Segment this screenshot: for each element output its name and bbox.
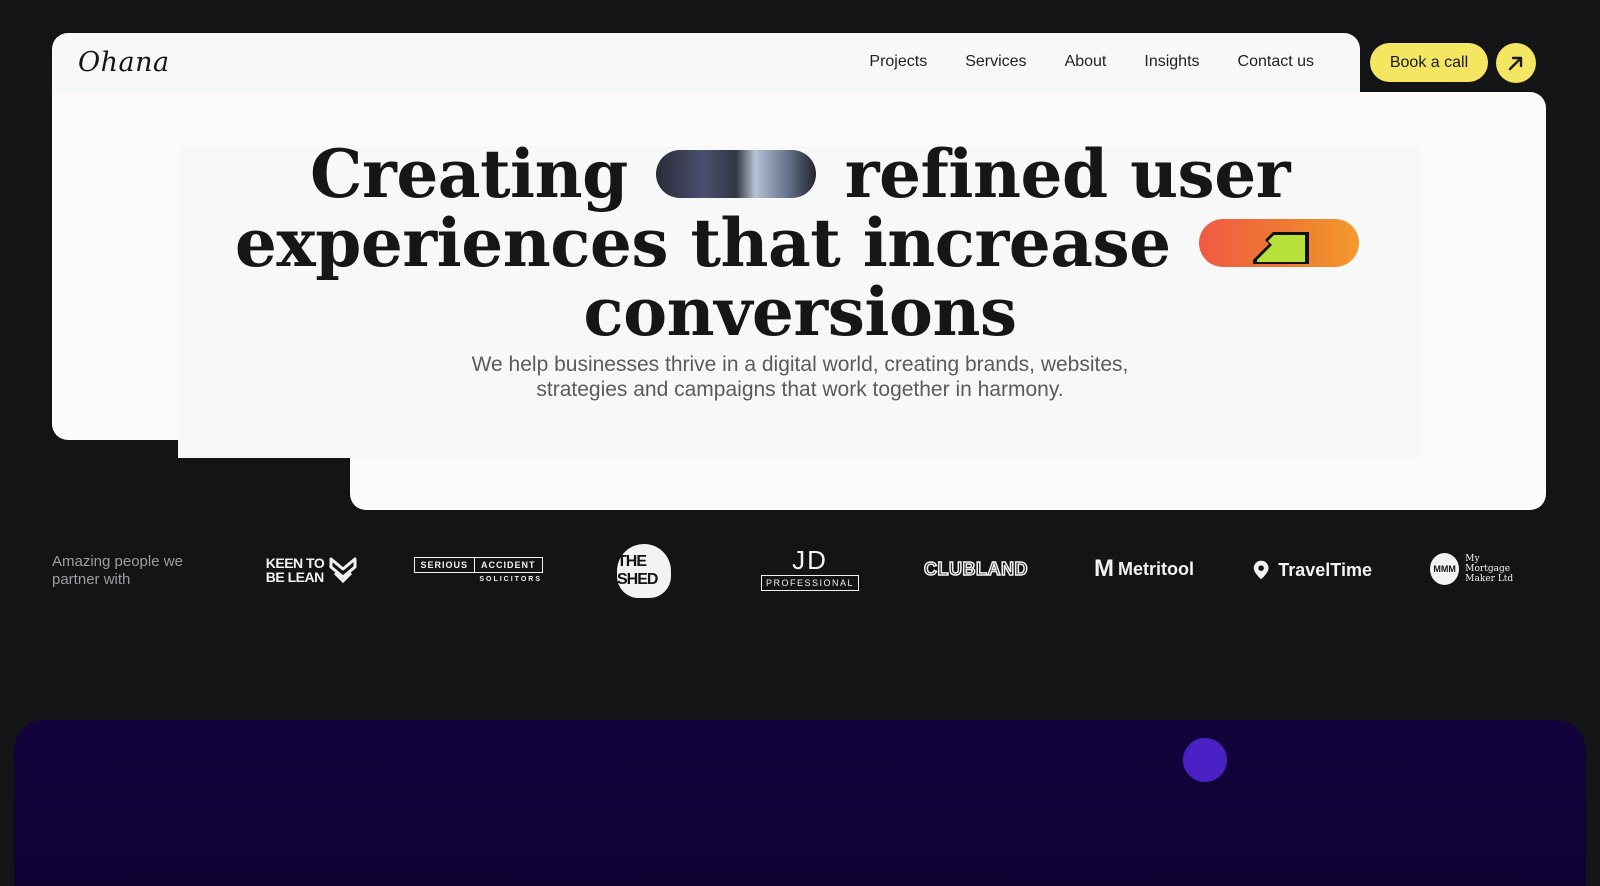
nav-link-services[interactable]: Services <box>965 53 1026 71</box>
mortgage-line-1: My Mortgage <box>1465 554 1511 574</box>
headline-line-3: conversions <box>583 273 1017 351</box>
headline-word-creating: Creating <box>310 135 628 213</box>
nav-link-about[interactable]: About <box>1065 53 1107 71</box>
book-a-call-button[interactable]: Book a call <box>1370 43 1488 82</box>
headline-line-1: Creating refined user <box>178 140 1422 209</box>
partner-logo-metritool: M Metritool <box>1092 554 1196 584</box>
purple-section <box>14 720 1586 886</box>
arrow-up-right-icon <box>1508 56 1523 71</box>
shed-badge: THE SHED <box>617 544 671 598</box>
ohana-logo[interactable]: Ohana <box>78 47 170 78</box>
nav-link-insights[interactable]: Insights <box>1144 53 1199 71</box>
location-pin-icon <box>1253 560 1269 580</box>
keen-line-2: BE LEAN <box>265 569 324 585</box>
partner-logo-my-mortgage-maker: MMM My Mortgage Maker Ltd <box>1430 552 1522 586</box>
nav-link-projects[interactable]: Projects <box>869 53 927 71</box>
nav-links: Projects Services About Insights Contact… <box>869 53 1314 71</box>
headline-refined-user: refined user <box>844 135 1291 213</box>
partner-logo-the-shed: THE SHED <box>614 542 674 600</box>
clubland-word: CLUBLAND <box>923 558 1028 580</box>
keen-line-1: KEEN TO <box>265 555 325 571</box>
hero-photo-pill <box>656 150 817 198</box>
pixel-arrow-icon <box>1253 232 1310 264</box>
purple-cursor-dot <box>1183 738 1227 782</box>
headline-line-2: experiences that increase <box>178 209 1422 278</box>
subtitle-line-2: strategies and campaigns that work toget… <box>536 378 1064 401</box>
mortgage-house-icon: MMM <box>1430 553 1460 585</box>
hero-subtitle: We help businesses thrive in a digital w… <box>178 352 1422 402</box>
partner-logo-keen-to-be-lean: KEEN TO BE LEAN <box>262 552 362 588</box>
metritool-mark: M <box>1094 555 1114 582</box>
partner-logo-traveltime: TravelTime <box>1250 555 1372 585</box>
subtitle-line-1: We help businesses thrive in a digital w… <box>471 353 1129 376</box>
jd-professional: PROFESSIONAL <box>760 575 860 591</box>
book-a-call-arrow-button[interactable] <box>1496 43 1536 83</box>
partner-logo-jd-professional: JD PROFESSIONAL <box>760 544 860 594</box>
partners-label: Amazing people we partner with <box>52 553 183 588</box>
serious-word: SERIOUS <box>420 560 469 570</box>
headline-experiences: experiences that increase <box>234 204 1171 282</box>
nav-link-contact[interactable]: Contact us <box>1238 53 1314 71</box>
partner-logo-clubland: CLUBLAND <box>918 556 1034 582</box>
partner-logo-serious-accident: SERIOUS ACCIDENT SOLICITORS <box>413 554 543 586</box>
traveltime-word: TravelTime <box>1278 559 1372 580</box>
mortgage-line-2: Maker Ltd <box>1465 574 1514 584</box>
hero-arrow-pill <box>1199 219 1360 267</box>
chevron-shield-icon <box>329 557 357 584</box>
accident-word: ACCIDENT <box>474 558 542 572</box>
jd-mark: JD <box>792 545 828 575</box>
solicitors-word: SOLICITORS <box>479 576 542 583</box>
metritool-word: Metritool <box>1118 558 1194 579</box>
hero-headline: Creating refined user experiences that i… <box>178 140 1422 347</box>
